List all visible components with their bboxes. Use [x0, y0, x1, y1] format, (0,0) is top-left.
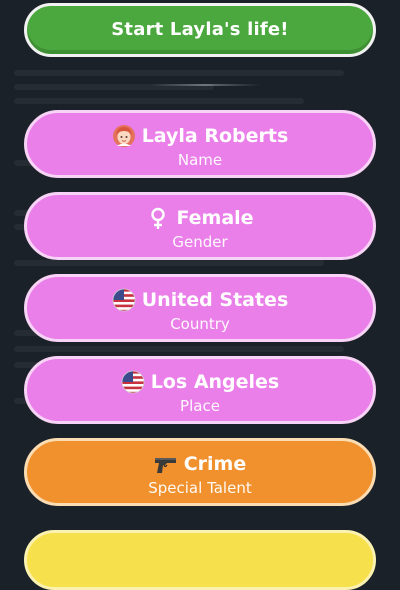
place-value: Los Angeles — [150, 371, 280, 393]
special-talent-button[interactable]: Crime Special Talent — [24, 438, 376, 506]
start-life-button[interactable]: Start Layla's life! — [24, 3, 376, 57]
female-symbol-icon — [146, 206, 170, 230]
country-button[interactable]: United States Country — [24, 274, 376, 342]
name-button[interactable]: Layla Roberts Name — [24, 110, 376, 178]
us-flag-icon — [112, 288, 136, 312]
special-talent-label: Special Talent — [148, 479, 252, 497]
place-button[interactable]: Los Angeles Place — [24, 356, 376, 424]
divider — [150, 84, 260, 86]
name-label: Name — [177, 151, 223, 169]
special-talent-value: Crime — [183, 453, 247, 475]
woman-avatar-icon — [112, 124, 136, 148]
name-value: Layla Roberts — [141, 125, 289, 147]
country-value: United States — [141, 289, 289, 311]
start-life-button-label: Start Layla's life! — [111, 19, 289, 40]
place-label: Place — [180, 397, 220, 415]
gender-button[interactable]: Female Gender — [24, 192, 376, 260]
country-label: Country — [170, 315, 230, 333]
pistol-icon — [154, 452, 178, 476]
gender-label: Gender — [172, 233, 228, 251]
us-flag-icon — [121, 370, 145, 394]
gender-value: Female — [176, 207, 254, 229]
next-option-button[interactable] — [24, 530, 376, 590]
